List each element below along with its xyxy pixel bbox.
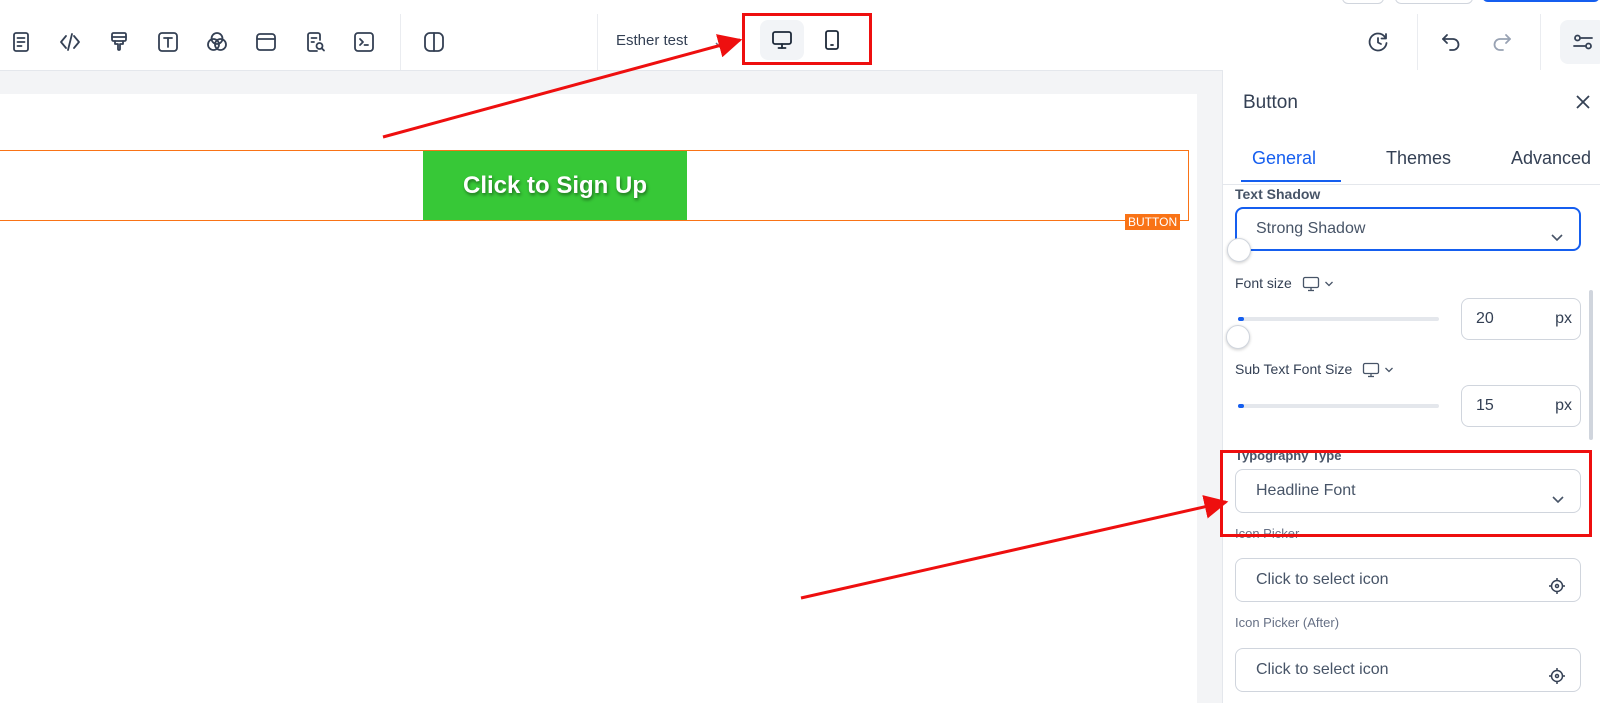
annotation-arrows	[382, 34, 1229, 600]
annotation-arrow	[800, 495, 1229, 600]
annotation-arrow	[382, 34, 743, 139]
